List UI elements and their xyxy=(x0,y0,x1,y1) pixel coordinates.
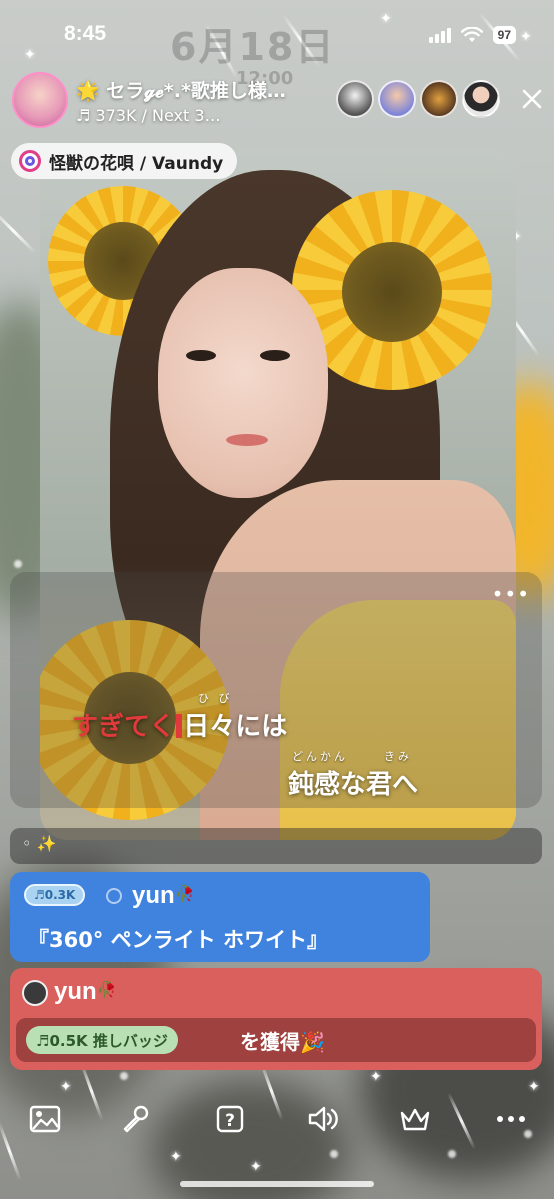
speaker-icon[interactable] xyxy=(306,1102,340,1136)
sparkle-icon: ◦ ✨ xyxy=(22,834,57,853)
viewer-avatar[interactable] xyxy=(420,80,458,118)
close-icon[interactable] xyxy=(518,86,546,114)
rose-icon: 🥀 xyxy=(96,982,117,999)
badge-award-message: yun🥀 ♬0.5K 推しバッジ を獲得🎉 xyxy=(10,968,542,1070)
rose-icon: 🥀 xyxy=(174,886,195,903)
lyric-sung-part: すぎてく xyxy=(72,712,176,742)
effect-bar: ◦ ✨ xyxy=(10,828,542,864)
lyric-ruby: ひ び xyxy=(198,692,233,705)
lockscreen-date-ghost: 6月18日 xyxy=(170,25,336,69)
question-box-icon[interactable]: ? xyxy=(213,1102,247,1136)
lyric-line-current: すぎてく 日々には xyxy=(72,706,287,743)
status-time: 8:45 xyxy=(64,22,107,45)
image-icon[interactable] xyxy=(28,1102,62,1136)
viewer-avatars[interactable] xyxy=(336,80,500,118)
crown-icon[interactable] xyxy=(398,1102,432,1136)
gift-user-name[interactable]: yun🥀 xyxy=(132,882,195,910)
viewer-avatar[interactable] xyxy=(462,80,500,118)
now-playing-song[interactable]: 怪獣の花唄 / Vaundy xyxy=(11,143,238,179)
viewer-avatar[interactable] xyxy=(378,80,416,118)
lyric-ruby: きみ xyxy=(384,750,412,763)
gift-item-text: 『360° ペンライト ホワイト』 xyxy=(28,928,328,952)
lyric-line-next: 鈍感な君へ xyxy=(288,770,419,800)
award-user-name[interactable]: yun🥀 xyxy=(54,978,117,1006)
wifi-icon xyxy=(460,27,483,42)
user-level-badge: ♬0.3K xyxy=(24,884,86,906)
viewer-avatar[interactable] xyxy=(336,80,374,118)
user-avatar-small[interactable] xyxy=(22,980,48,1006)
status-bar: 6月18日 12:00 8:45 97 xyxy=(0,22,554,89)
lyrics-panel: ••• ひ び すぎてく 日々には どんかん きみ 鈍感な君へ xyxy=(10,572,542,808)
lyric-remaining-part: 日々には xyxy=(183,712,288,742)
host-stats[interactable]: ♬ 373K / Next 3… xyxy=(76,106,221,125)
host-avatar[interactable] xyxy=(12,72,68,128)
song-title: 怪獣の花唄 / Vaundy xyxy=(49,153,224,174)
lyrics-more-icon[interactable]: ••• xyxy=(492,582,530,606)
more-icon[interactable] xyxy=(494,1102,528,1136)
gift-message: ♬0.3K yun🥀 『360° ペンライト ホワイト』 xyxy=(10,872,430,962)
lyric-ruby: どんかん xyxy=(292,750,348,763)
lyric-cursor xyxy=(176,714,183,738)
song-disc-icon xyxy=(19,150,41,172)
oshi-badge: ♬0.5K 推しバッジ xyxy=(26,1026,178,1054)
svg-text:?: ? xyxy=(225,1111,235,1131)
microphone-icon[interactable] xyxy=(118,1102,152,1136)
award-text: を獲得🎉 xyxy=(240,1030,325,1054)
cellular-signal-icon xyxy=(428,27,451,43)
host-name[interactable]: 🌟 セラ𝓰𝓮*.*歌推し様… xyxy=(76,76,286,103)
battery-indicator: 97 xyxy=(492,26,516,44)
user-avatar-small xyxy=(106,888,122,904)
home-indicator[interactable] xyxy=(180,1181,374,1187)
